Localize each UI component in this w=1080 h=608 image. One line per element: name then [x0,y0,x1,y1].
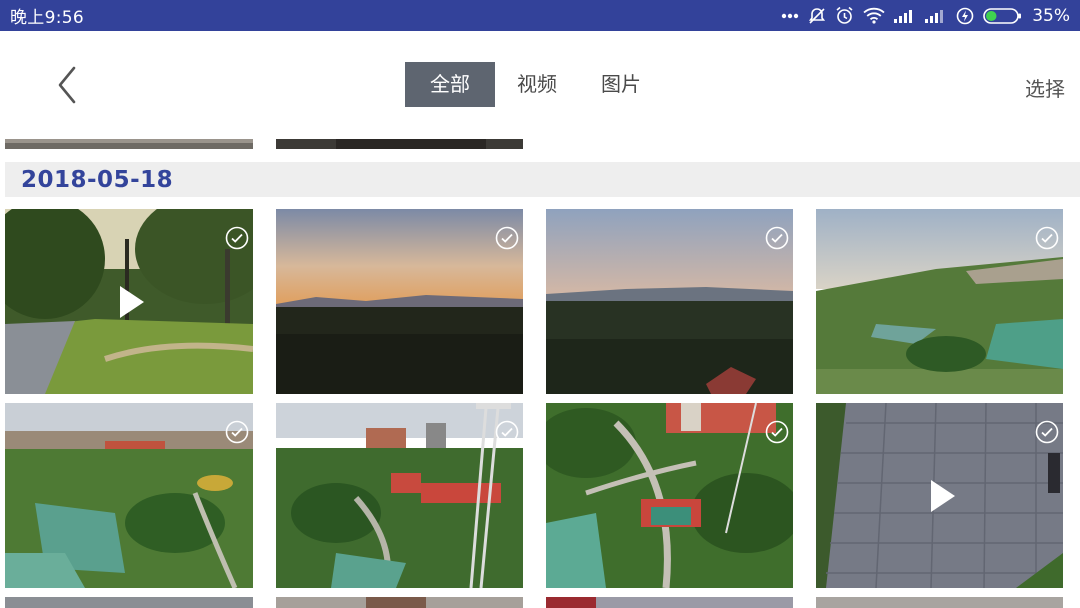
media-thumbnail-partial[interactable] [276,597,523,608]
checkmark-icon[interactable] [495,226,519,250]
dots-icon [782,13,799,18]
media-thumbnail[interactable] [276,403,523,588]
date-label: 2018-05-18 [21,167,174,193]
media-thumbnail[interactable] [5,209,253,394]
status-bar: 晚上9:56 35% [0,0,1080,31]
checkmark-icon[interactable] [1035,420,1059,444]
play-icon [120,285,144,318]
media-grid: 2018-05-18 [0,135,1080,608]
checkmark-icon[interactable] [1035,226,1059,250]
media-thumbnail[interactable] [546,209,793,394]
tab-all[interactable]: 全部 [405,62,495,107]
battery-icon [983,7,1022,24]
mute-icon [809,7,826,24]
media-thumbnail-partial[interactable] [546,597,793,608]
signal-icon [894,10,913,23]
media-thumbnail[interactable] [276,209,523,394]
signal-icon [925,10,944,23]
date-header: 2018-05-18 [5,162,1080,197]
wifi-icon [863,7,885,24]
media-thumbnail[interactable] [546,403,793,588]
checkmark-icon[interactable] [225,226,249,250]
charging-icon [956,7,974,24]
media-thumbnail[interactable] [816,209,1063,394]
media-thumbnail[interactable] [816,403,1063,588]
checkmark-icon[interactable] [495,420,519,444]
status-time: 晚上9:56 [10,8,84,28]
battery-percent: 35% [1032,5,1070,26]
checkmark-icon[interactable] [765,420,789,444]
back-arrow-icon[interactable] [52,65,86,105]
play-icon [930,479,955,512]
screen: 晚上9:56 35% 全部 视频 图片 选择 2018-05-18 [0,0,1080,608]
app-header: 全部 视频 图片 选择 [0,31,1080,135]
media-thumbnail-partial[interactable] [816,597,1063,608]
checkmark-icon[interactable] [225,420,249,444]
media-thumbnail[interactable] [5,403,253,588]
tab-images[interactable]: 图片 [579,62,663,107]
alarm-icon [836,6,853,24]
media-thumbnail-partial[interactable] [276,139,523,149]
status-icons: 35% [781,6,1070,26]
media-thumbnail-partial[interactable] [5,139,253,149]
tab-video[interactable]: 视频 [495,62,579,107]
select-button[interactable]: 选择 [1025,73,1065,102]
media-thumbnail-partial[interactable] [5,597,253,608]
checkmark-icon[interactable] [765,226,789,250]
media-filter-tabs: 全部 视频 图片 [405,62,663,107]
